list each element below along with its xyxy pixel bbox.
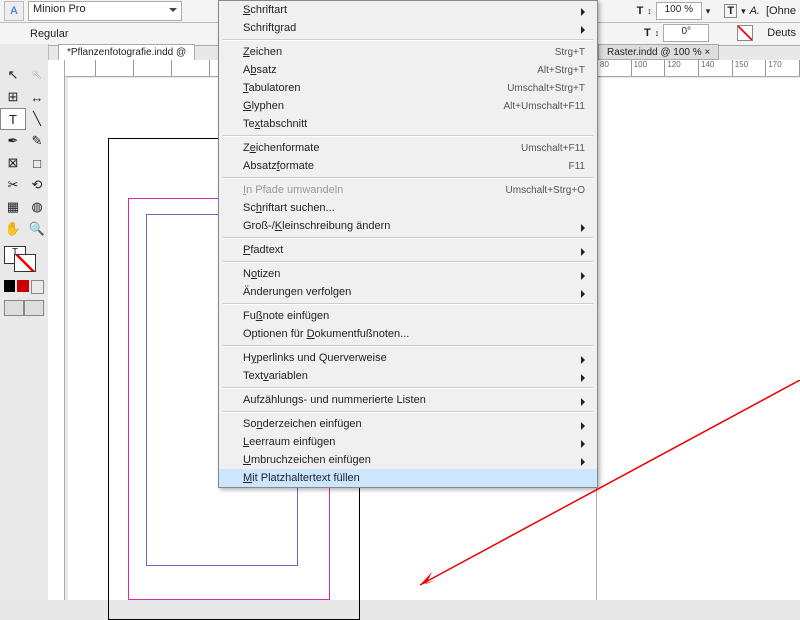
menu-tabulatoren[interactable]: TabulatorenUmschalt+Strg+T [219, 79, 597, 97]
rectangle-frame-tool[interactable]: ⊠ [0, 152, 26, 174]
menu-schriftart-suchen[interactable]: Schriftart suchen... [219, 199, 597, 217]
menu-umbruchzeichen[interactable]: Umbruchzeichen einfügen [219, 451, 597, 469]
menu-zeichen[interactable]: ZeichenStrg+T [219, 43, 597, 61]
menu-gross-klein[interactable]: Groß-/Kleinschreibung ändern [219, 217, 597, 235]
t-icon-2: T [644, 27, 651, 39]
font-family-select[interactable]: Minion Pro [28, 1, 182, 21]
menu-absatz[interactable]: AbsatzAlt+Strg+T [219, 61, 597, 79]
a-style-icon: A. [750, 5, 760, 17]
type-tool[interactable]: T [0, 108, 26, 130]
rotate-field[interactable]: 0° [663, 24, 709, 42]
gradient-feather-tool[interactable]: ◍ [24, 196, 50, 218]
tools-panel: ↖ ↖ ⊞ ↔ T ╲ ✒ ✎ ⊠ □ ✂ ⟲ ▦ ◍ ✋ 🔍 T [0, 44, 49, 600]
menu-in-pfade: In Pfade umwandelnUmschalt+Strg+O [219, 181, 597, 199]
menu-glyphen[interactable]: GlyphenAlt+Umschalt+F11 [219, 97, 597, 115]
menu-hyperlinks[interactable]: Hyperlinks und Querverweise [219, 349, 597, 367]
gap-tool[interactable]: ↔ [24, 86, 50, 108]
menu-sonderzeichen[interactable]: Sonderzeichen einfügen [219, 415, 597, 433]
type-menu: SSchriftartchriftart Schriftgrad Zeichen… [218, 0, 598, 488]
view-mode-buttons[interactable] [0, 294, 48, 322]
menu-platzhaltertext[interactable]: Mit Platzhaltertext füllen [219, 469, 597, 487]
menu-textabschnitt[interactable]: Textabschnitt [219, 115, 597, 133]
pencil-tool[interactable]: ✎ [24, 130, 50, 152]
document-canvas-2[interactable] [596, 78, 800, 600]
t-box-icon: T [724, 4, 737, 18]
scale-field[interactable]: 100 % [656, 2, 702, 20]
right-controls-2: T ↕ 0° Deuts [640, 22, 800, 44]
menu-aenderungen[interactable]: Änderungen verfolgen [219, 283, 597, 301]
language-label: Deuts [767, 27, 796, 39]
tab-raster[interactable]: Raster.indd @ 100 % × [598, 44, 719, 60]
gradient-tool[interactable]: ▦ [0, 196, 26, 218]
t-icon: T [637, 5, 644, 17]
direct-selection-tool[interactable]: ↖ [24, 64, 50, 86]
menu-schriftgrad[interactable]: Schriftgrad [219, 19, 597, 37]
line-tool[interactable]: ╲ [24, 108, 50, 130]
menu-aufzaehlungen[interactable]: Aufzählungs- und nummerierte Listen [219, 391, 597, 409]
color-apply-buttons[interactable] [0, 280, 48, 294]
zoom-tool[interactable]: 🔍 [24, 218, 50, 240]
font-style-select[interactable]: Regular [30, 28, 160, 40]
menu-absatzformate[interactable]: AbsatzformateF11 [219, 157, 597, 175]
right-controls-1: T ↕ 100 % ▾ T ▾ A. [Ohne [633, 0, 800, 22]
menu-zeichenformate[interactable]: ZeichenformateUmschalt+F11 [219, 139, 597, 157]
parastyle-select[interactable]: [Ohne [764, 5, 796, 17]
a-icon[interactable]: A [4, 1, 24, 21]
rectangle-tool[interactable]: □ [24, 152, 50, 174]
fill-stroke-proxy[interactable]: T [0, 240, 48, 280]
menu-schriftart[interactable]: SSchriftartchriftart [219, 1, 597, 19]
scissors-tool[interactable]: ✂ [0, 174, 26, 196]
selection-tool[interactable]: ↖ [0, 64, 26, 86]
page-tool[interactable]: ⊞ [0, 86, 26, 108]
menu-fussnote[interactable]: Fußnote einfügen [219, 307, 597, 325]
menu-textvariablen[interactable]: Textvariablen [219, 367, 597, 385]
pen-tool[interactable]: ✒ [0, 130, 26, 152]
horizontal-ruler-2: 80100 120140 150170 [598, 60, 800, 77]
menu-pfadtext[interactable]: Pfadtext [219, 241, 597, 259]
vertical-ruler [48, 60, 65, 600]
transform-tool[interactable]: ⟲ [24, 174, 50, 196]
menu-leerraum[interactable]: Leerraum einfügen [219, 433, 597, 451]
menu-notizen[interactable]: Notizen [219, 265, 597, 283]
hand-tool[interactable]: ✋ [0, 218, 26, 240]
menu-fussnote-optionen[interactable]: Optionen für Dokumentfußnoten... [219, 325, 597, 343]
fill-swatch[interactable] [737, 25, 753, 41]
